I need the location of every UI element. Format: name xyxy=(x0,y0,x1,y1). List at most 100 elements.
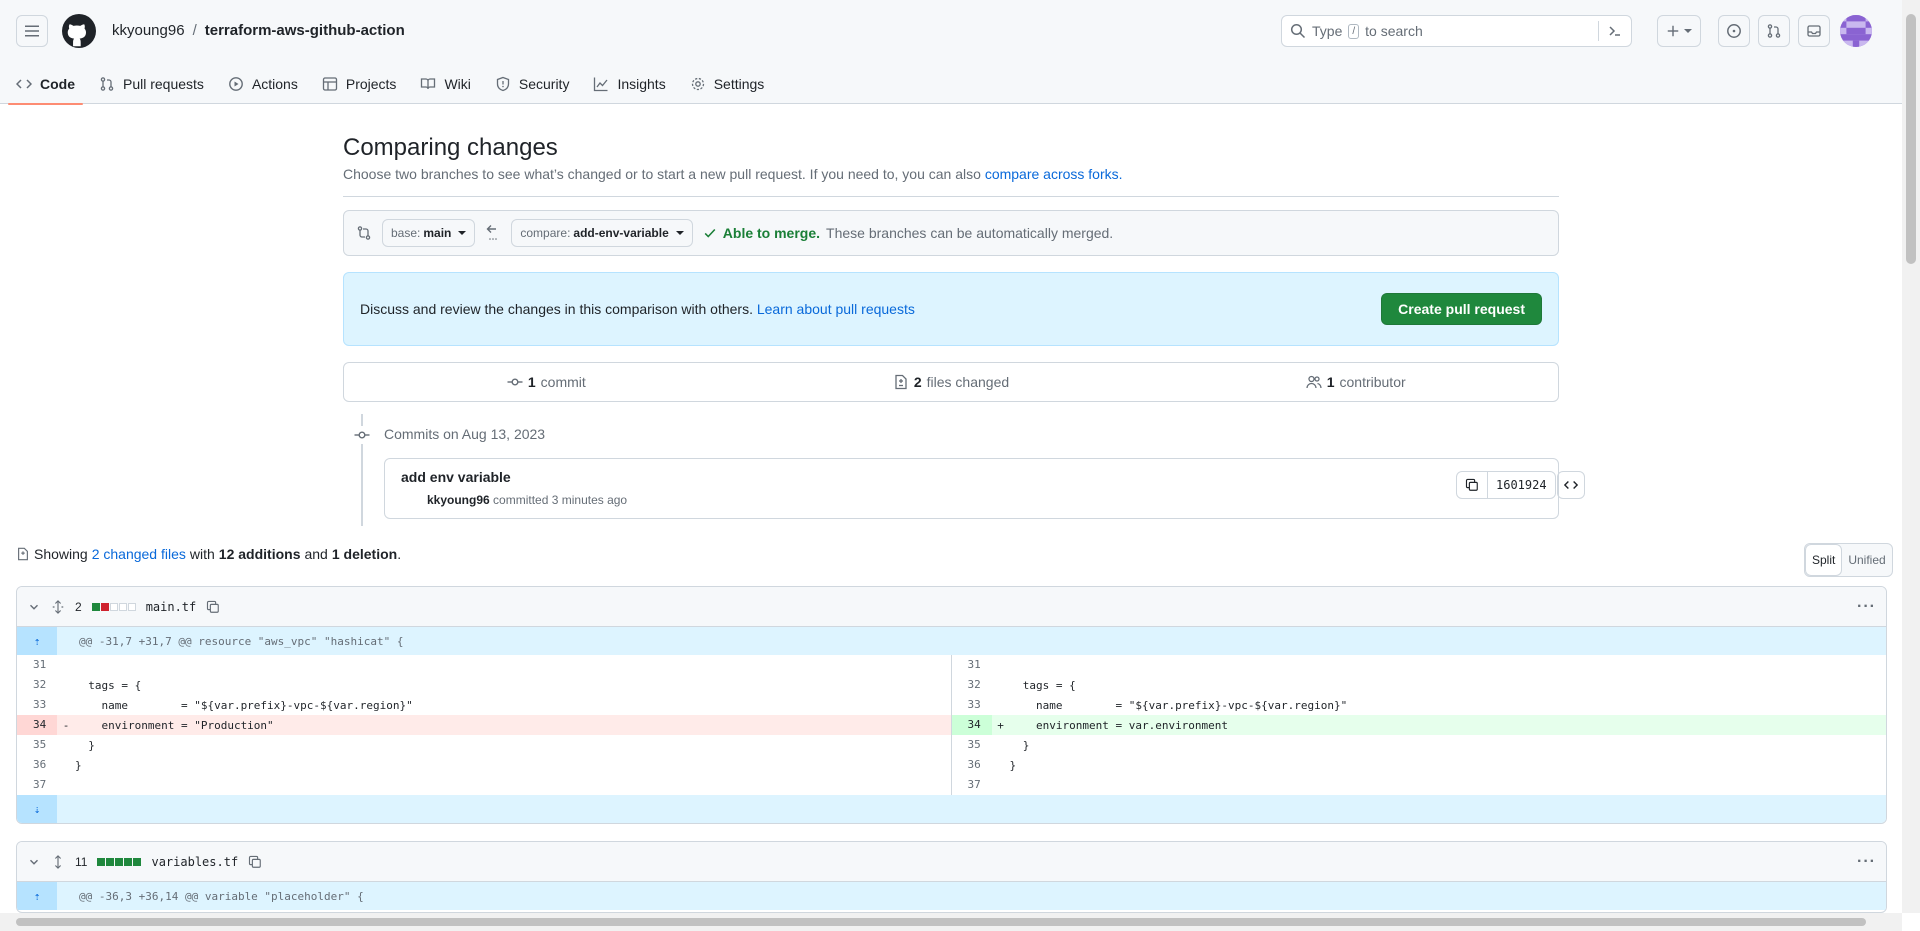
expand-up-icon[interactable]: ⇡ xyxy=(17,627,57,655)
plus-icon xyxy=(1667,25,1679,37)
unfold-icon[interactable] xyxy=(51,854,65,869)
line-number[interactable]: 33 xyxy=(952,695,992,715)
command-palette-button[interactable] xyxy=(1598,21,1623,41)
kebab-horizontal-icon[interactable]: ··· xyxy=(1857,598,1876,616)
diff-marker: - xyxy=(62,718,70,732)
owner-link[interactable]: kkyoung96 xyxy=(112,22,185,39)
code-icon xyxy=(16,79,32,89)
avatar[interactable] xyxy=(1840,15,1872,47)
tab-label: Wiki xyxy=(444,76,471,92)
compare-label: compare: xyxy=(520,226,571,240)
search-shortcut-key: / xyxy=(1348,23,1360,39)
line-number[interactable]: 32 xyxy=(952,675,992,695)
line-number[interactable]: 32 xyxy=(17,675,57,695)
line-number[interactable]: 35 xyxy=(17,735,57,755)
scrollbar-thumb[interactable] xyxy=(16,918,1866,926)
merge-status: Able to merge. These branches can be aut… xyxy=(703,225,1113,241)
file-name[interactable]: main.tf xyxy=(146,600,197,614)
diff-line: 34- environment = "Production" xyxy=(17,715,951,735)
line-number[interactable]: 34 xyxy=(951,715,992,735)
tab-code[interactable]: Code xyxy=(8,64,83,105)
base-branch-select[interactable]: base: main xyxy=(382,219,476,247)
scrollbar-thumb[interactable] xyxy=(1906,14,1916,264)
diff-line: 34 + environment = var.environment xyxy=(951,715,1886,735)
copy-icon[interactable] xyxy=(248,855,262,869)
search-input[interactable]: Type / to search xyxy=(1281,15,1632,47)
menu-button[interactable] xyxy=(16,15,48,47)
subtitle-text: Choose two branches to see what’s change… xyxy=(343,166,981,182)
tab-wiki[interactable]: Wiki xyxy=(412,64,478,104)
tab-pull-requests[interactable]: Pull requests xyxy=(91,64,212,104)
line-number[interactable]: 33 xyxy=(17,695,57,715)
vertical-scrollbar[interactable] xyxy=(1902,0,1920,913)
commits-stat[interactable]: 1 commit xyxy=(344,374,749,390)
kebab-horizontal-icon[interactable]: ··· xyxy=(1857,853,1876,871)
file-name[interactable]: variables.tf xyxy=(151,855,238,869)
line-number[interactable]: 37 xyxy=(952,775,992,795)
search-placeholder-post: to search xyxy=(1365,23,1423,39)
contributors-stat[interactable]: 1 contributor xyxy=(1153,374,1558,390)
pull-requests-button[interactable] xyxy=(1758,15,1790,47)
file-change-count: 11 xyxy=(75,854,88,869)
github-logo-icon[interactable] xyxy=(62,14,96,48)
tab-actions[interactable]: Actions xyxy=(220,64,306,104)
unfold-icon[interactable] xyxy=(51,599,65,614)
compare-stats: 1 commit 2 files changed 1 contributor xyxy=(343,362,1559,402)
pull-request-icon xyxy=(100,77,114,91)
line-number[interactable]: 37 xyxy=(17,775,57,795)
horizontal-scrollbar[interactable] xyxy=(0,913,1902,931)
commits-date-heading: Commits on Aug 13, 2023 xyxy=(384,426,546,442)
compare-forks-link[interactable]: compare across forks. xyxy=(985,166,1123,182)
page-subtitle: Choose two branches to see what’s change… xyxy=(343,166,1559,197)
showing-text: Showing xyxy=(34,546,88,562)
table-icon xyxy=(322,77,338,91)
expand-up-icon[interactable]: ⇡ xyxy=(17,882,57,910)
search-placeholder-pre: Type xyxy=(1312,23,1343,39)
diff-view-toggle: Split Unified xyxy=(1804,543,1893,577)
code-icon xyxy=(1564,481,1578,489)
and-text: and xyxy=(304,546,328,562)
code-text: environment = var.environment xyxy=(1009,718,1229,732)
tab-label: Pull requests xyxy=(123,76,204,92)
code-text: } xyxy=(75,758,82,772)
line-number[interactable]: 36 xyxy=(17,755,57,775)
repo-link[interactable]: terraform-aws-github-action xyxy=(205,22,405,39)
changed-files-link[interactable]: 2 changed files xyxy=(92,546,186,562)
commit-sha-link[interactable]: 1601924 xyxy=(1488,472,1555,498)
learn-pr-link[interactable]: Learn about pull requests xyxy=(757,301,915,317)
commit-message-link[interactable]: add env variable xyxy=(401,469,511,485)
expand-down-icon[interactable]: ⇣ xyxy=(17,795,57,823)
chevron-down-icon[interactable] xyxy=(27,855,41,869)
pull-request-flash: Discuss and review the changes in this c… xyxy=(343,272,1559,346)
code-text: tags = { xyxy=(1009,678,1076,692)
hunk-footer: ⇣ xyxy=(17,795,1886,823)
line-number[interactable]: 34 xyxy=(17,715,57,735)
compare-branch-select[interactable]: compare: add-env-variable xyxy=(511,219,693,247)
create-pull-request-button[interactable]: Create pull request xyxy=(1381,293,1542,325)
range-editor: base: main compare: add-env-variable Abl… xyxy=(343,210,1559,256)
file-diff-icon xyxy=(895,374,907,390)
line-number[interactable]: 35 xyxy=(952,735,992,755)
tab-settings[interactable]: Settings xyxy=(682,64,773,104)
line-number[interactable]: 36 xyxy=(952,755,992,775)
copy-icon[interactable] xyxy=(206,600,220,614)
tab-projects[interactable]: Projects xyxy=(314,64,405,104)
copy-sha-button[interactable] xyxy=(1457,472,1488,498)
tab-security[interactable]: Security xyxy=(487,64,578,104)
unified-view-button[interactable]: Unified xyxy=(1842,544,1891,576)
files-stat[interactable]: 2 files changed xyxy=(749,374,1154,390)
commit-author-link[interactable]: kkyoung96 xyxy=(427,493,490,507)
chevron-down-icon[interactable] xyxy=(27,600,41,614)
graph-icon xyxy=(594,77,608,92)
inbox-button[interactable] xyxy=(1798,15,1830,47)
tab-insights[interactable]: Insights xyxy=(585,64,673,104)
commit-sha-group: 1601924 xyxy=(1456,471,1556,499)
issues-button[interactable] xyxy=(1718,15,1750,47)
commit-time: committed 3 minutes ago xyxy=(493,493,628,507)
create-new-button[interactable] xyxy=(1657,15,1701,47)
line-number[interactable]: 31 xyxy=(952,655,992,675)
browse-repo-button[interactable] xyxy=(1557,471,1585,499)
tab-label: Actions xyxy=(251,76,298,92)
line-number[interactable]: 31 xyxy=(17,655,57,675)
split-view-button[interactable]: Split xyxy=(1805,544,1843,576)
